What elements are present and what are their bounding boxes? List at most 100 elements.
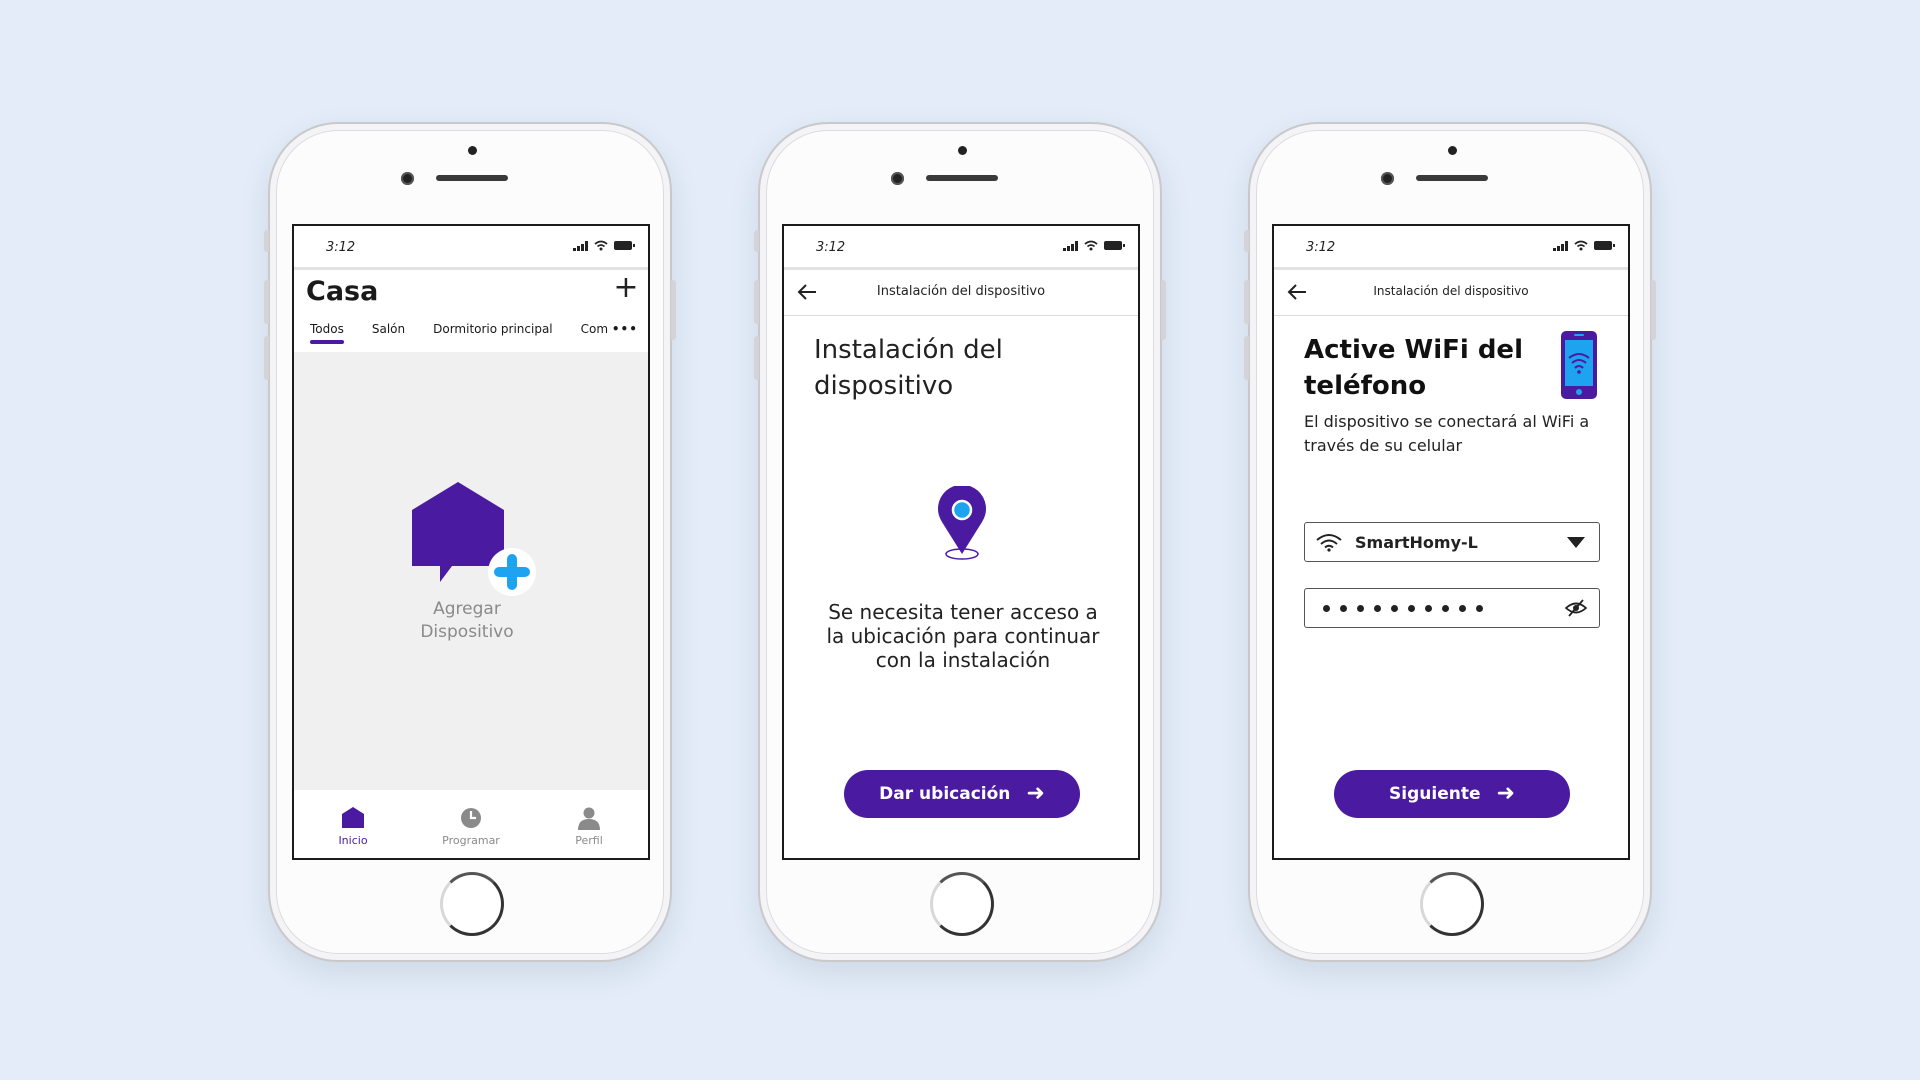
wifi-icon (1574, 240, 1588, 251)
plus-icon[interactable]: + (612, 273, 640, 303)
mute-switch (264, 230, 269, 252)
nav-header: Instalación del dispositivo (1274, 270, 1628, 316)
tab-label: Todos (310, 322, 344, 336)
tab-com[interactable]: Com ••• (581, 310, 638, 348)
room-tabs: Todos Salón Dormitorio principal Com ••• (294, 310, 648, 352)
sensor-dot (958, 146, 967, 155)
volume-up-button (1244, 280, 1249, 324)
button-label: Siguiente (1389, 784, 1481, 804)
sensor-dot (1448, 146, 1457, 155)
location-pin-icon (938, 486, 986, 560)
arrow-right-icon: ➜ (1026, 781, 1045, 806)
page-title: Instalación del dispositivo (814, 332, 1003, 404)
phone-mockup-home: 3:12 Casa + Todos Salón Dormitorio princ… (264, 122, 676, 962)
tab-label: Dormitorio principal (433, 322, 553, 336)
tab-label: Salón (371, 322, 406, 336)
tab-salon[interactable]: Salón (372, 310, 405, 348)
password-dots (1323, 604, 1483, 612)
earpiece-speaker (436, 175, 508, 181)
status-time: 3:12 (1306, 240, 1336, 255)
mute-switch (754, 230, 759, 252)
home-icon (342, 806, 364, 828)
devices-area: Agregar Dispositivo (294, 352, 648, 790)
signal-icon (573, 240, 588, 251)
volume-down-button (264, 336, 269, 380)
screen-location: 3:12 Instalación del dispositivo Instala… (782, 224, 1140, 860)
status-bar: 3:12 (784, 226, 1138, 270)
phone-mockup-wifi: 3:12 Instalación del dispositivo Active … (1244, 122, 1656, 962)
give-location-button[interactable]: Dar ubicación ➜ (844, 770, 1080, 818)
nav-inicio[interactable]: Inicio (308, 806, 398, 847)
tab-label: Com (580, 322, 609, 336)
nav-programar[interactable]: Programar (426, 806, 516, 847)
status-bar: 3:12 (1274, 226, 1628, 270)
home-hardware-button (930, 872, 994, 936)
more-tabs-icon[interactable]: ••• (612, 322, 638, 336)
tab-todos[interactable]: Todos (310, 310, 344, 348)
title-line2: dispositivo (814, 371, 954, 401)
volume-down-button (754, 336, 759, 380)
button-label: Dar ubicación (879, 784, 1011, 804)
phone-mockup-location: 3:12 Instalación del dispositivo Instala… (754, 122, 1166, 962)
network-select[interactable]: SmartHomy-L (1304, 522, 1600, 562)
wifi-icon (594, 240, 608, 251)
add-home-icon (412, 482, 536, 596)
battery-icon (1104, 241, 1125, 250)
header-title: Instalación del dispositivo (876, 284, 1046, 299)
volume-up-button (264, 280, 269, 324)
front-camera (401, 172, 414, 185)
status-time: 3:12 (326, 240, 356, 255)
phone-wifi-icon (1561, 331, 1597, 399)
status-time: 3:12 (816, 240, 846, 255)
clock-icon (461, 807, 481, 828)
title-line2: teléfono (1304, 371, 1427, 401)
battery-icon (1594, 241, 1615, 250)
earpiece-speaker (1416, 175, 1488, 181)
power-button (671, 280, 676, 340)
wifi-icon (1084, 240, 1098, 251)
nav-label: Inicio (338, 833, 368, 847)
earpiece-speaker (926, 175, 998, 181)
nav-label: Perfil (575, 833, 603, 847)
nav-perfil[interactable]: Perfil (544, 806, 634, 847)
network-name: SmartHomy-L (1355, 532, 1478, 552)
screen-home: 3:12 Casa + Todos Salón Dormitorio princ… (292, 224, 650, 860)
arrow-right-icon: ➜ (1496, 781, 1515, 806)
mute-switch (1244, 230, 1249, 252)
password-field[interactable] (1304, 588, 1600, 628)
volume-up-button (754, 280, 759, 324)
title-line1: Active WiFi del (1304, 335, 1523, 365)
volume-down-button (1244, 336, 1249, 380)
status-bar: 3:12 (294, 226, 648, 270)
power-button (1161, 280, 1166, 340)
add-device-label: Agregar Dispositivo (392, 598, 542, 644)
header-title: Instalación del dispositivo (1373, 284, 1529, 298)
tab-dormitorio-principal[interactable]: Dormitorio principal (433, 310, 553, 348)
page-title: Active WiFi del teléfono (1304, 332, 1534, 404)
sensor-dot (468, 146, 477, 155)
power-button (1651, 280, 1656, 340)
eye-slash-icon[interactable] (1565, 599, 1587, 617)
profile-icon (578, 807, 600, 830)
add-device-label-line2: Dispositivo (420, 622, 514, 642)
location-message: Se necesita tener acceso a la ubicación … (826, 600, 1100, 672)
signal-icon (1063, 240, 1078, 251)
chevron-down-icon (1567, 537, 1585, 548)
home-header: Casa + (294, 270, 648, 310)
wifi-subtitle: El dispositivo se conectará al WiFi a tr… (1304, 412, 1590, 455)
screen-wifi: 3:12 Instalación del dispositivo Active … (1272, 224, 1630, 860)
front-camera (891, 172, 904, 185)
home-hardware-button (440, 872, 504, 936)
bottom-nav: Inicio Programar Perfil (294, 790, 648, 858)
nav-header: Instalación del dispositivo (784, 270, 1138, 316)
wifi-icon (1316, 534, 1342, 552)
add-device-label-line1: Agregar (433, 599, 501, 619)
nav-label: Programar (442, 833, 500, 847)
signal-icon (1553, 240, 1568, 251)
title-line1: Instalación del (814, 335, 1003, 365)
next-button[interactable]: Siguiente ➜ (1334, 770, 1570, 818)
home-hardware-button (1420, 872, 1484, 936)
front-camera (1381, 172, 1394, 185)
page-title: Casa (306, 276, 379, 307)
add-device-button[interactable]: Agregar Dispositivo (412, 482, 542, 642)
